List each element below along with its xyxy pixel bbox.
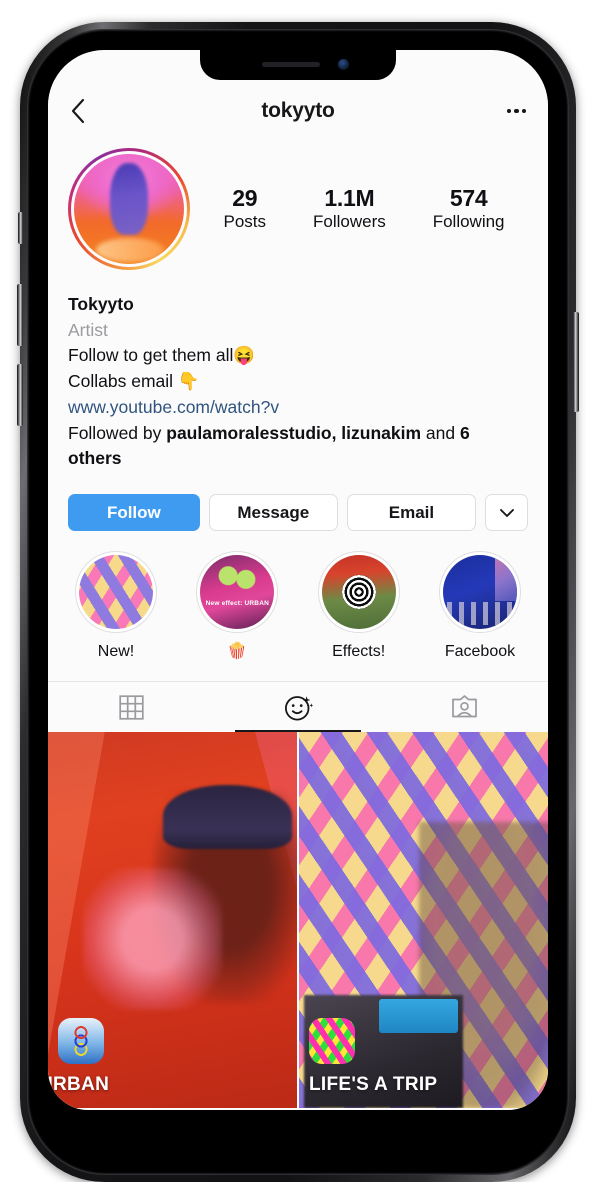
highlight-effects[interactable]: Effects! bbox=[311, 551, 407, 661]
chevron-left-icon[interactable] bbox=[70, 98, 96, 124]
mute-switch[interactable] bbox=[18, 212, 23, 244]
stat-following-label: Following bbox=[432, 212, 505, 232]
bio-section: Tokyyto Artist Follow to get them all😝 C… bbox=[48, 270, 548, 472]
highlight-cover-caption: New effect: URBAN bbox=[205, 599, 269, 607]
followed-by-names[interactable]: paulamoralesstudio, lizunakim bbox=[166, 423, 421, 443]
highlight-label: 🍿 bbox=[227, 643, 248, 661]
highlight-ring bbox=[438, 551, 521, 634]
tab-grid[interactable] bbox=[48, 682, 215, 732]
front-camera-icon bbox=[338, 59, 349, 70]
highlight-cover-effects bbox=[321, 555, 396, 630]
highlight-ring bbox=[317, 551, 400, 634]
effects-face-icon bbox=[284, 695, 313, 721]
followed-by-text: Followed by paulamoralesstudio, lizunaki… bbox=[68, 421, 528, 472]
highlight-label: New! bbox=[97, 643, 135, 661]
media-title: LIFE'S A TRIP bbox=[309, 1074, 438, 1096]
bio-line-2: Collabs email 👇 bbox=[68, 371, 200, 392]
highlight-label: Effects! bbox=[332, 643, 386, 661]
tab-tagged[interactable] bbox=[381, 682, 548, 732]
volume-down-button[interactable] bbox=[17, 364, 23, 426]
bio-line-1: Follow to get them all😝 bbox=[68, 345, 256, 366]
avatar[interactable] bbox=[68, 148, 190, 270]
stats-row: 29 Posts 1.1M Followers 574 Following bbox=[190, 185, 528, 234]
highlight-new[interactable]: New! bbox=[68, 551, 164, 661]
grid-icon bbox=[119, 695, 144, 720]
stat-followers-label: Followers bbox=[312, 212, 386, 232]
media-title: URBAN bbox=[48, 1074, 110, 1096]
story-highlights-row: New! New effect: URBAN 🍿 Effects! Facebo… bbox=[48, 531, 548, 661]
media-tile-lifes-a-trip[interactable]: LIFE'S A TRIP bbox=[299, 732, 548, 1109]
effects-media-grid: URBAN LIFE'S A TRIP bbox=[48, 732, 548, 1109]
highlight-popcorn[interactable]: New effect: URBAN 🍿 bbox=[189, 551, 285, 661]
media-photo-detail bbox=[378, 999, 459, 1034]
urban-effect-icon bbox=[58, 1018, 104, 1065]
highlight-facebook[interactable]: Facebook bbox=[432, 551, 528, 661]
stat-following-value: 574 bbox=[449, 184, 488, 211]
message-button[interactable]: Message bbox=[208, 494, 338, 532]
profile-summary-row: 29 Posts 1.1M Followers 574 Following bbox=[48, 142, 548, 270]
tab-effects[interactable] bbox=[215, 682, 382, 733]
email-button[interactable]: Email bbox=[346, 494, 477, 532]
followed-by-middle: and bbox=[421, 422, 460, 443]
followed-by-prefix: Followed by bbox=[68, 422, 167, 443]
stat-followers-value: 1.1M bbox=[324, 184, 375, 211]
stat-followers[interactable]: 1.1M Followers bbox=[313, 185, 386, 234]
media-photo-detail bbox=[162, 784, 293, 849]
chevron-down-icon[interactable] bbox=[485, 494, 529, 532]
highlight-label: Facebook bbox=[444, 643, 516, 661]
notch bbox=[200, 50, 396, 80]
volume-up-button[interactable] bbox=[17, 284, 23, 346]
stat-posts[interactable]: 29 Posts bbox=[223, 185, 266, 234]
more-options-icon[interactable] bbox=[500, 108, 526, 114]
tagged-person-icon bbox=[452, 694, 478, 718]
stat-following[interactable]: 574 Following bbox=[433, 185, 505, 234]
page-title: tokyyto bbox=[261, 99, 335, 122]
media-tile-urban[interactable]: URBAN bbox=[48, 732, 297, 1109]
app-header: tokyyto bbox=[48, 80, 548, 142]
life-is-a-trip-effect-icon bbox=[309, 1018, 355, 1065]
bio-category: Artist bbox=[68, 319, 108, 340]
stat-posts-value: 29 bbox=[232, 184, 258, 211]
highlight-cover-new bbox=[79, 555, 153, 630]
follow-button[interactable]: Follow bbox=[68, 494, 200, 532]
stat-posts-label: Posts bbox=[223, 212, 267, 232]
media-photo-detail bbox=[82, 867, 223, 1011]
bio-website-link[interactable]: www.youtube.com/watch?v bbox=[68, 395, 528, 421]
phone-screen: tokyyto 29 Posts 1.1M Followers 574 Foll… bbox=[48, 50, 548, 1110]
power-button[interactable] bbox=[573, 312, 579, 412]
profile-tabs bbox=[48, 681, 548, 733]
bio-display-name: Tokyyto bbox=[68, 294, 134, 314]
highlight-cover-facebook bbox=[442, 555, 517, 630]
highlight-ring bbox=[75, 551, 157, 634]
highlight-cover-popcorn: New effect: URBAN bbox=[200, 555, 275, 630]
highlight-ring: New effect: URBAN bbox=[196, 551, 279, 634]
profile-action-buttons: Follow Message Email bbox=[48, 472, 548, 532]
speaker-grille-icon bbox=[262, 62, 320, 67]
avatar-photo bbox=[71, 151, 187, 267]
